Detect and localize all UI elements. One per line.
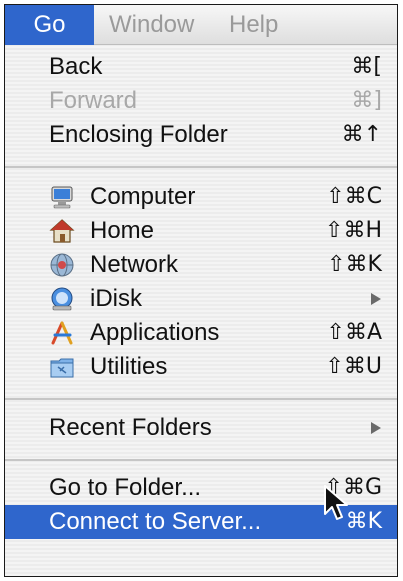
- menu-item-label: Recent Folders: [49, 414, 212, 441]
- menu-item-label: Enclosing Folder: [49, 121, 228, 148]
- submenu-arrow-icon: [371, 422, 381, 434]
- menu-item-applications[interactable]: Applications ⇧⌘A: [5, 316, 397, 350]
- shortcut: ⇧⌘U: [325, 354, 382, 379]
- shortcut: ⇧⌘H: [325, 218, 382, 243]
- applications-icon: [51, 321, 73, 345]
- menu-item-label: Back: [49, 53, 103, 80]
- menu-item-recent-folders[interactable]: Recent Folders: [5, 411, 397, 445]
- menu-item-computer[interactable]: Computer ⇧⌘C: [5, 180, 397, 214]
- shortcut: ⇧⌘A: [326, 320, 382, 345]
- menu-item-label: Forward: [49, 87, 138, 114]
- menu-separator: [5, 398, 397, 400]
- menu-item-label: Go to Folder...: [49, 474, 202, 501]
- menu-item-enclosing-folder[interactable]: Enclosing Folder ⌘↑: [5, 118, 397, 152]
- menu-item-forward: Forward ⌘]: [5, 84, 397, 118]
- menu-item-label: Utilities: [90, 353, 168, 380]
- menu-item-label: iDisk: [90, 285, 142, 312]
- shortcut: ⌘]: [351, 88, 382, 113]
- menu-separator: [5, 459, 397, 461]
- menu-bar: Go Window Help: [5, 5, 397, 45]
- menu-item-label: Home: [90, 217, 155, 244]
- menu-item-back[interactable]: Back ⌘[: [5, 50, 397, 84]
- menu-window[interactable]: Window: [109, 5, 194, 45]
- menu-separator: [5, 166, 397, 168]
- menu-item-label: Network: [90, 251, 179, 278]
- idisk-icon: [51, 287, 73, 311]
- shortcut: ⌘[: [351, 54, 382, 79]
- menu-item-label: Connect to Server...: [49, 508, 262, 535]
- menu-item-network[interactable]: Network ⇧⌘K: [5, 248, 397, 282]
- shortcut: ⇧⌘C: [326, 184, 382, 209]
- computer-icon: [51, 186, 73, 209]
- home-icon: [49, 219, 75, 243]
- menu-item-label: Applications: [90, 319, 220, 346]
- menu-item-idisk[interactable]: iDisk: [5, 282, 397, 316]
- shortcut: ⌘↑: [341, 122, 382, 147]
- shortcut: ⇧⌘K: [327, 252, 382, 277]
- menu-item-label: Computer: [90, 183, 196, 210]
- network-icon: [50, 253, 74, 277]
- menu-item-utilities[interactable]: Utilities ⇧⌘U: [5, 350, 397, 384]
- utilities-folder-icon: [50, 358, 74, 378]
- menu-go[interactable]: Go: [5, 5, 94, 45]
- menu-help[interactable]: Help: [229, 5, 278, 45]
- menu-item-home[interactable]: Home ⇧⌘H: [5, 214, 397, 248]
- submenu-arrow-icon: [371, 293, 381, 305]
- mouse-pointer-icon: [324, 485, 348, 520]
- screenshot-frame: Go Window Help Back ⌘[ Forward ⌘] Enclos…: [4, 4, 398, 577]
